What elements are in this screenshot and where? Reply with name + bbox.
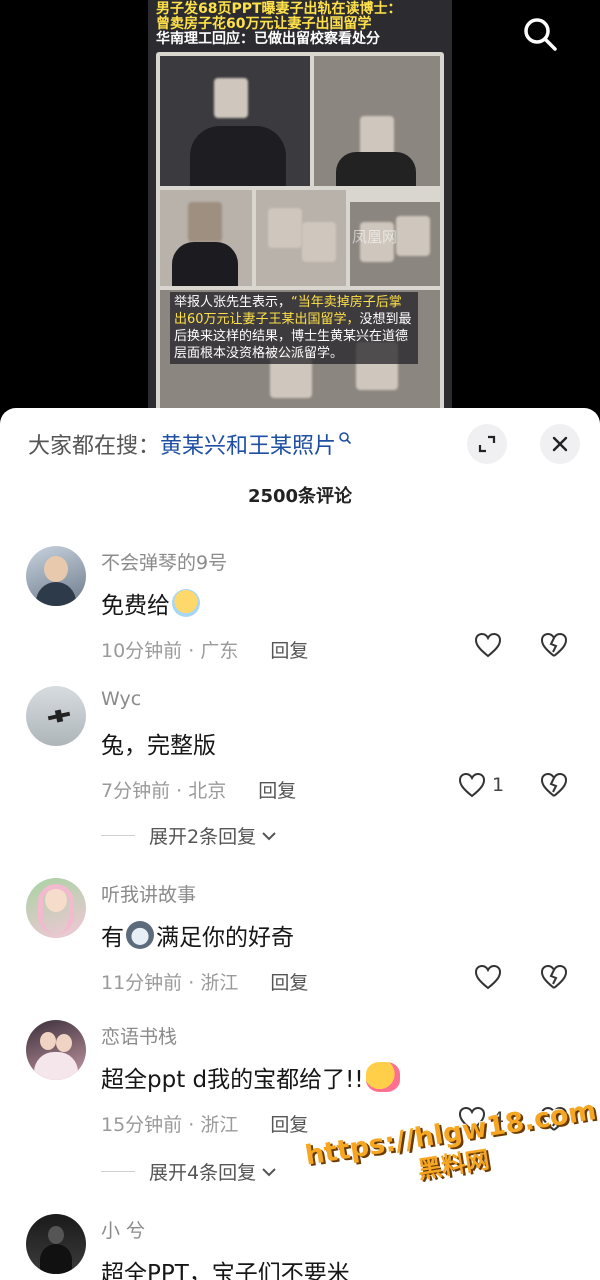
video-frame: 男子发68页PPT曝妻子出轨在读博士： 曾卖房子花60万元让妻子出国留学 华南理… bbox=[148, 0, 452, 420]
headline-line-2: 曾卖房子花60万元让妻子出国留学 bbox=[156, 16, 372, 32]
comment-item: 听我讲故事 有 满足你的好奇 11分钟前 · 浙江 回复 bbox=[0, 878, 600, 1008]
comment-item: 不会弹琴的9号 免费给 10分钟前 · 广东 回复 bbox=[0, 546, 600, 676]
comment-time: 15分钟前 bbox=[101, 1114, 183, 1136]
trending-search[interactable]: 大家都在搜： 黄某兴和王某照片 bbox=[28, 428, 352, 460]
video-caption: 举报人张先生表示，“当年卖掉房子后掌出60万元让妻子王某出国留学，没想到最后换来… bbox=[170, 292, 418, 364]
comment-location: 浙江 bbox=[200, 972, 239, 994]
comment-username[interactable]: 不会弹琴的9号 bbox=[101, 548, 227, 575]
caption-text: 举报人张先生表示， bbox=[174, 295, 292, 310]
comment-text: 超全ppt d我的宝都给了!! bbox=[101, 1060, 402, 1094]
husky-emoji-icon bbox=[126, 921, 154, 949]
comment-text: 兔，完整版 bbox=[101, 726, 216, 760]
expand-sheet-button[interactable] bbox=[467, 424, 507, 464]
headline-line-1: 男子发68页PPT曝妻子出轨在读博士： bbox=[156, 1, 402, 17]
collage-photo bbox=[160, 190, 252, 286]
collage-photo bbox=[160, 56, 310, 186]
scared-emoji-icon bbox=[172, 589, 200, 617]
avatar[interactable] bbox=[26, 878, 86, 938]
close-icon bbox=[552, 436, 568, 452]
avatar[interactable] bbox=[26, 1020, 86, 1080]
expand-icon bbox=[478, 435, 496, 453]
dislike-button[interactable] bbox=[540, 772, 568, 802]
expand-replies-button[interactable]: 展开2条回复 bbox=[101, 822, 278, 849]
expand-replies-label: 展开4条回复 bbox=[149, 1162, 257, 1184]
trending-search-prefix: 大家都在搜： bbox=[28, 434, 161, 459]
heart-icon bbox=[458, 772, 486, 798]
comment-location: 北京 bbox=[188, 780, 227, 802]
broken-heart-icon bbox=[540, 964, 568, 989]
expand-replies-label: 展开2条回复 bbox=[149, 826, 257, 848]
dislike-button[interactable] bbox=[540, 632, 568, 662]
comment-item: Wyc 兔，完整版 7分钟前 · 北京 回复 1 展开2条回复 bbox=[0, 686, 600, 856]
heart-icon bbox=[474, 632, 502, 658]
comment-username[interactable]: Wyc bbox=[101, 688, 141, 710]
meta-separator: · bbox=[170, 780, 189, 802]
reply-button[interactable]: 回复 bbox=[258, 780, 296, 802]
comment-item: 小 兮 超全PPT，宝子们不要米 bbox=[0, 1214, 600, 1280]
collage-photo bbox=[314, 56, 440, 186]
comment-username[interactable]: 恋语书栈 bbox=[101, 1022, 177, 1049]
comment-time: 11分钟前 bbox=[101, 972, 183, 994]
like-button[interactable] bbox=[474, 964, 508, 990]
comment-text-content: 兔，完整版 bbox=[101, 733, 216, 759]
reply-button[interactable]: 回复 bbox=[270, 1114, 308, 1136]
hug-emoji-icon bbox=[365, 1062, 400, 1092]
comment-text: 超全PPT，宝子们不要米 bbox=[101, 1254, 350, 1280]
reply-button[interactable]: 回复 bbox=[270, 640, 308, 662]
comment-meta: 10分钟前 · 广东 回复 bbox=[101, 636, 308, 663]
avatar[interactable] bbox=[26, 1214, 86, 1274]
comment-username[interactable]: 小 兮 bbox=[101, 1216, 145, 1243]
comment-count: 2500条评论 bbox=[247, 486, 353, 507]
video-headline: 男子发68页PPT曝妻子出轨在读博士： 曾卖房子花60万元让妻子出国留学 华南理… bbox=[148, 0, 452, 47]
close-button[interactable] bbox=[540, 424, 580, 464]
comment-text: 免费给 bbox=[101, 586, 202, 620]
video-player[interactable]: 男子发68页PPT曝妻子出轨在读博士： 曾卖房子花60万元让妻子出国留学 华南理… bbox=[0, 0, 600, 420]
comment-meta: 15分钟前 · 浙江 回复 bbox=[101, 1110, 308, 1137]
avatar[interactable] bbox=[26, 686, 86, 746]
meta-separator: · bbox=[182, 972, 201, 994]
avatar[interactable] bbox=[26, 546, 86, 606]
chevron-down-icon bbox=[262, 831, 276, 840]
reply-button[interactable]: 回复 bbox=[270, 972, 308, 994]
headline-line-3: 华南理工回应：已做出留校察看处分 bbox=[156, 31, 380, 47]
comment-text-content: 超全ppt d我的宝都给了!! bbox=[101, 1067, 364, 1093]
dislike-button[interactable] bbox=[540, 964, 568, 994]
chevron-down-icon bbox=[262, 1167, 276, 1176]
comment-meta: 11分钟前 · 浙江 回复 bbox=[101, 968, 308, 995]
comment-location: 浙江 bbox=[200, 1114, 239, 1136]
meta-separator: · bbox=[182, 1114, 201, 1136]
search-icon bbox=[524, 18, 557, 51]
comment-text-content: 免费给 bbox=[101, 593, 170, 619]
broken-heart-icon bbox=[540, 772, 568, 797]
comment-text-content: 超全PPT，宝子们不要米 bbox=[101, 1261, 350, 1280]
comment-text: 有 满足你的好奇 bbox=[101, 918, 294, 952]
comment-text-content-2: 满足你的好奇 bbox=[156, 925, 294, 951]
expand-divider bbox=[101, 835, 135, 836]
heart-icon bbox=[474, 964, 502, 990]
comment-location: 广东 bbox=[200, 640, 239, 662]
like-count: 1 bbox=[492, 774, 505, 796]
like-button[interactable]: 1 bbox=[458, 772, 504, 798]
broken-heart-icon bbox=[540, 632, 568, 657]
trending-search-term[interactable]: 黄某兴和王某照片 bbox=[160, 428, 336, 460]
expand-replies-button[interactable]: 展开4条回复 bbox=[101, 1158, 278, 1185]
meta-separator: · bbox=[182, 640, 201, 662]
photo-collage: 凤凰网 bbox=[156, 52, 444, 420]
like-button[interactable] bbox=[474, 632, 508, 658]
collage-photo bbox=[256, 190, 346, 286]
source-watermark: 凤凰网 bbox=[352, 228, 398, 246]
comment-time: 7分钟前 bbox=[101, 780, 171, 802]
comment-text-content: 有 bbox=[101, 925, 124, 951]
expand-divider bbox=[101, 1171, 135, 1172]
comment-meta: 7分钟前 · 北京 回复 bbox=[101, 776, 296, 803]
search-button[interactable] bbox=[516, 10, 564, 58]
comment-username[interactable]: 听我讲故事 bbox=[101, 880, 196, 907]
search-icon bbox=[339, 432, 352, 445]
comment-time: 10分钟前 bbox=[101, 640, 183, 662]
